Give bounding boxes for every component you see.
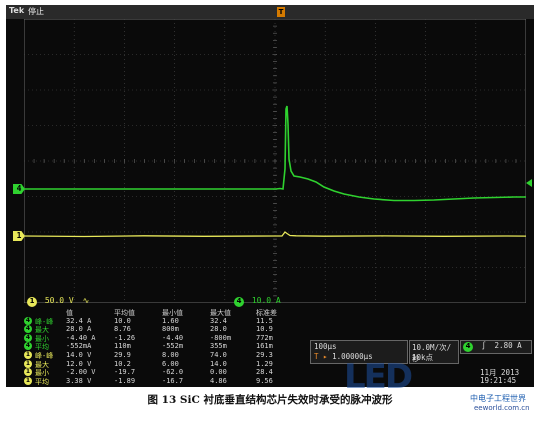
measurement-row: 4 最小 -4.40 A -1.26 -4.40 -800m 772m [24, 333, 306, 343]
measurement-value: -4.40 A [66, 333, 96, 342]
measurement-table: 值 平均值 最小值 最大值 标准差 4 峰-峰 32.4 A 10.0 1.60 32.4… [24, 308, 306, 386]
measurement-value: 28.4 [256, 368, 273, 377]
measurement-value: 10.2 [114, 359, 131, 368]
measurement-value: 355m [210, 342, 227, 351]
measurement-value: 3.38 V [66, 376, 92, 385]
measurement-channel-badge: 1 [24, 368, 32, 377]
measurement-value: -62.0 [162, 368, 184, 377]
trigger-level: 2.80 A [494, 341, 522, 350]
ch4-scale-readout[interactable]: 4 10.0 A [234, 296, 281, 307]
ch1-scale-readout[interactable]: 1 50.0 V ∿ [27, 296, 89, 307]
measurement-type: 平均 [35, 377, 49, 386]
measurement-value: 11.5 [256, 316, 273, 325]
acquisition-readout[interactable]: 10.0M/次/秒 10k点 [409, 340, 459, 364]
ch1-scale-value: 50.0 V [44, 296, 74, 305]
measurement-value: -1.89 [114, 376, 136, 385]
measurement-channel-badge: 1 [24, 376, 32, 385]
measurement-row: 4 峰-峰 32.4 A 10.0 1.60 32.4 11.5 [24, 316, 306, 326]
measurement-channel-badge: 4 [24, 333, 32, 342]
measurement-row: 1 最大 12.0 V 10.2 6.00 14.0 1.29 [24, 359, 306, 369]
ch4-scale-value: 10.0 A [251, 296, 281, 305]
measurement-value: 110m [114, 342, 131, 351]
measurement-value: 6.00 [162, 359, 179, 368]
ch4-trigger-level-arrow[interactable] [526, 179, 532, 187]
measurement-value: 8.76 [114, 325, 131, 334]
record-length: 10k点 [412, 353, 434, 362]
status-bar: Tek 停止 T [6, 5, 534, 19]
timebase-arrow-icon: ▸ [323, 352, 328, 361]
measurement-channel-badge: 4 [24, 342, 32, 351]
measurement-row: 1 峰-峰 14.0 V 29.9 8.00 74.0 29.3 [24, 351, 306, 360]
trigger-source-badge: 4 [463, 342, 473, 352]
measurement-value: -19.7 [114, 368, 136, 377]
measurement-value: 4.86 [210, 376, 227, 385]
acquisition-status: 停止 [28, 7, 44, 16]
measurement-value: 10.9 [256, 325, 273, 334]
measurement-value: -1.26 [114, 333, 136, 342]
measurement-row: 1 平均 3.38 V -1.89 -16.7 4.86 9.56 [24, 376, 306, 386]
ch1-coupling-icon: ∿ [82, 296, 90, 305]
measurement-value: 1.29 [256, 359, 273, 368]
measurement-row: 4 平均 -552mA 110m -552m 355m 161m [24, 342, 306, 351]
timebase-scale: 100μs [314, 342, 337, 351]
graticule [24, 19, 526, 303]
measurement-row: 4 最大 28.0 A 8.76 800m 28.0 10.9 [24, 325, 306, 334]
ch1-badge: 1 [27, 297, 37, 307]
measurement-value: 14.0 [210, 359, 227, 368]
measurement-value: 28.0 [210, 325, 227, 334]
measurement-value: 12.0 V [66, 359, 92, 368]
led-watermark-logo: LED [344, 357, 413, 397]
measurement-row: 1 最小 -2.00 V -19.7 -62.0 0.00 28.4 [24, 368, 306, 377]
measurement-value: -800m [210, 333, 232, 342]
measurement-value: -4.40 [162, 333, 184, 342]
measurement-header: 值 平均值 最小值 最大值 标准差 [24, 308, 306, 317]
brand-logo: Tek [9, 6, 25, 15]
measurement-value: 32.4 [210, 316, 227, 325]
measurement-value: 74.0 [210, 351, 227, 359]
measurement-channel-badge: 4 [24, 316, 32, 325]
figure-caption: 图 13 SiC 衬底垂直结构芯片失效时承受的脉冲波形 [147, 394, 393, 406]
measurement-value: -16.7 [162, 376, 184, 385]
clock-readout: 11月 2013 19:21:45 [478, 367, 530, 385]
measurement-value: -552m [162, 342, 184, 351]
oscilloscope-screen: Tek 停止 T 4 1 1 50.0 V ∿ 4 10.0 A 值 平均值 最… [6, 5, 534, 397]
measurement-value: 32.4 A [66, 316, 92, 325]
ch4-badge: 4 [234, 297, 244, 307]
measurement-value: -552mA [66, 342, 92, 351]
measurement-value: 161m [256, 342, 273, 351]
measurement-value: 1.60 [162, 316, 179, 325]
measurement-value: 8.00 [162, 351, 179, 359]
measurement-value: 9.56 [256, 376, 273, 385]
measurement-value: 29.3 [256, 351, 273, 359]
trigger-slope-icon: ∫ [481, 341, 487, 350]
measurement-value: -2.00 V [66, 368, 96, 377]
measurement-value: 14.0 V [66, 351, 92, 359]
measurement-channel-badge: 4 [24, 325, 32, 334]
measurement-value: 10.0 [114, 316, 131, 325]
measurement-value: 29.9 [114, 351, 131, 359]
measurement-channel-badge: 1 [24, 359, 32, 368]
time: 19:21:45 [480, 376, 517, 385]
timebase-trigger-marker: T [314, 352, 319, 361]
measurement-value: 0.00 [210, 368, 227, 377]
measurement-channel-badge: 1 [24, 351, 32, 359]
measurement-value: 772m [256, 333, 273, 342]
measurement-value: 800m [162, 325, 179, 334]
trigger-position-marker[interactable]: T [277, 7, 285, 17]
trigger-readout[interactable]: 4 ∫ 2.80 A [460, 340, 532, 354]
measurement-value: 28.0 A [66, 325, 92, 334]
